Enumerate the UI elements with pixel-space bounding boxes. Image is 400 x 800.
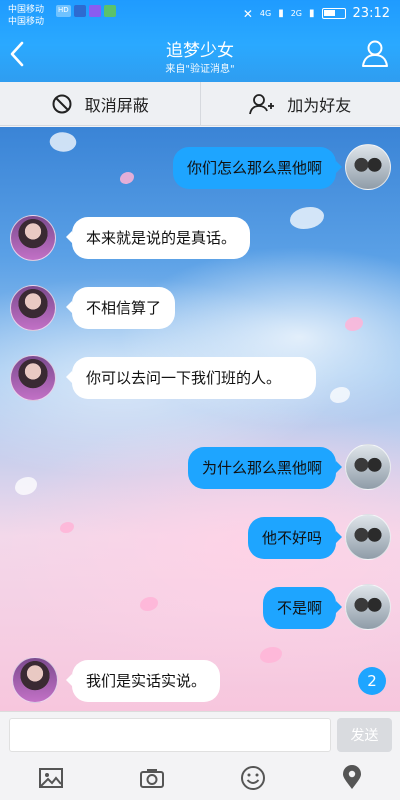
person-icon — [362, 40, 388, 67]
add-person-icon — [249, 93, 275, 114]
hd-badge-icon: HD — [56, 5, 71, 17]
net-left: 4G — [259, 9, 272, 18]
app-notification-icon — [73, 5, 86, 17]
petal-decoration — [47, 128, 79, 156]
chat-subtitle: 来自"验证消息" — [165, 64, 235, 75]
contact-avatar[interactable] — [10, 355, 56, 401]
carrier-secondary: 中国移动 — [8, 17, 45, 27]
add-friend-label: 加为好友 — [287, 95, 352, 115]
petal-decoration — [140, 597, 158, 611]
unblock-label: 取消屏蔽 — [84, 95, 149, 115]
petal-decoration — [330, 387, 350, 403]
my-avatar[interactable] — [345, 584, 391, 630]
status-right: ✕ 4G ▮ 2G ▮ 23:12 — [243, 6, 390, 21]
message-bubble-incoming[interactable]: 你可以去问一下我们班的人。 — [66, 357, 316, 399]
message-bubble-outgoing[interactable]: 他不好吗 — [247, 517, 343, 559]
status-bar: 中国移动 中国移动 HD ✕ 4G ▮ 2G ▮ 23:12 — [0, 0, 400, 28]
emoji-icon — [240, 765, 265, 790]
image-button[interactable] — [38, 767, 64, 789]
petal-decoration — [345, 317, 363, 331]
mute-icon: ✕ — [242, 6, 253, 21]
profile-button[interactable] — [360, 38, 390, 68]
net-right: 2G — [290, 9, 303, 18]
clock: 23:12 — [352, 6, 390, 21]
contact-avatar[interactable] — [10, 285, 56, 331]
signal-icon: ▮ — [309, 8, 315, 19]
signal-icon: ▮ — [278, 8, 284, 19]
camera-icon — [139, 768, 164, 788]
contact-avatar[interactable] — [10, 215, 56, 261]
my-avatar[interactable] — [345, 144, 391, 190]
unread-count-badge[interactable]: 2 — [358, 667, 386, 695]
petal-decoration — [60, 522, 74, 533]
message-bubble-incoming[interactable]: 不相信算了 — [65, 287, 176, 329]
message-bubble-outgoing[interactable]: 不是啊 — [262, 587, 343, 629]
petal-decoration — [15, 477, 37, 495]
petal-decoration — [120, 172, 134, 184]
emoji-button[interactable] — [240, 765, 266, 791]
my-avatar[interactable] — [345, 514, 391, 560]
petal-decoration — [260, 647, 282, 663]
message-input[interactable] — [9, 718, 331, 752]
app-notification-icon — [103, 5, 116, 17]
app-notification-icon — [88, 5, 101, 17]
stranger-action-bar: 取消屏蔽 加为好友 — [0, 82, 400, 126]
petal-decoration — [290, 207, 324, 229]
add-friend-button[interactable]: 加为好友 — [199, 82, 400, 125]
camera-button[interactable] — [139, 767, 165, 789]
composer-toolbar — [0, 755, 400, 800]
block-icon — [52, 94, 72, 113]
location-button[interactable] — [341, 764, 363, 791]
location-icon — [342, 764, 361, 789]
composer-bar: 发送 — [0, 711, 400, 755]
my-avatar[interactable] — [345, 444, 391, 490]
send-button[interactable]: 发送 — [337, 718, 392, 752]
notification-icons: HD — [56, 5, 116, 17]
image-icon — [38, 767, 63, 788]
message-bubble-outgoing[interactable]: 你们怎么那么黑他啊 — [172, 147, 343, 189]
chat-title: 追梦少女 — [166, 41, 234, 61]
chat-area[interactable]: 你们怎么那么黑他啊 本来就是说的是真话。 不相信算了 你可以去问一下我们班的人。… — [0, 127, 400, 711]
battery-icon — [321, 8, 346, 19]
chat-header: 中国移动 中国移动 HD ✕ 4G ▮ 2G ▮ 23:12 追梦少女 来自"验… — [0, 0, 400, 82]
contact-avatar[interactable] — [12, 657, 58, 703]
message-bubble-outgoing[interactable]: 为什么那么黑他啊 — [187, 447, 343, 489]
message-bubble-incoming[interactable]: 我们是实话实说。 — [65, 660, 221, 702]
message-bubble-incoming[interactable]: 本来就是说的是真话。 — [65, 217, 251, 259]
unblock-button[interactable]: 取消屏蔽 — [0, 82, 200, 125]
